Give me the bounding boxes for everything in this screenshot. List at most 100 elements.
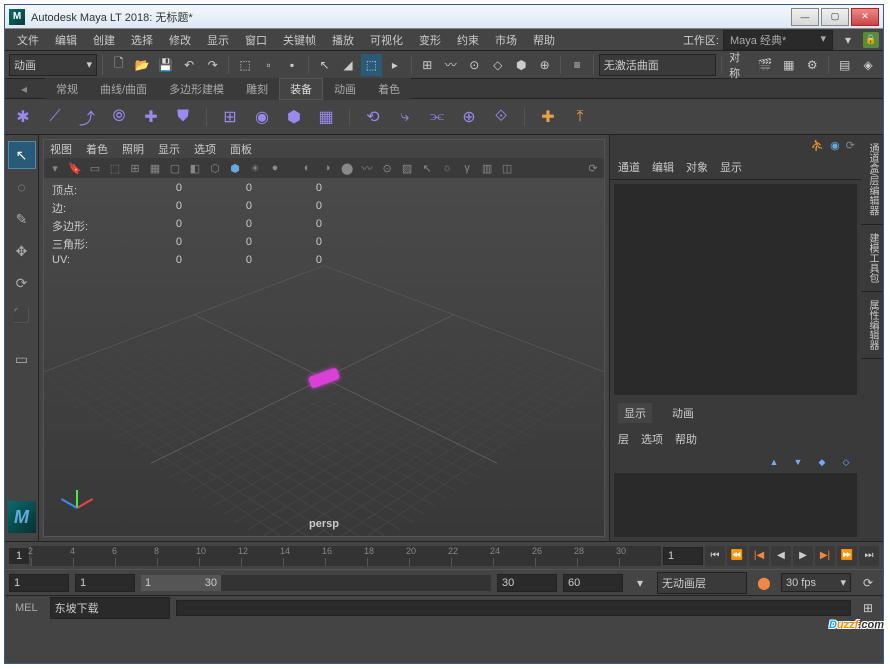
layer-new-empty-icon[interactable]: ◆	[815, 455, 829, 469]
side-tab-attribute[interactable]: 属性编辑器	[861, 292, 883, 359]
vp-bookmark-icon[interactable]: 🔖	[68, 161, 82, 175]
ipr-icon[interactable]: ▦	[778, 54, 799, 76]
vp-panel-icon[interactable]: ◫	[500, 161, 514, 175]
range-start-field[interactable]: 1	[75, 574, 135, 592]
shelf-menu-icon[interactable]: ◂	[13, 78, 35, 100]
side-tab-modeling[interactable]: 建模工具包	[861, 225, 883, 292]
vp-select-cam-icon[interactable]: ▾	[48, 161, 62, 175]
vp-film-gate-icon[interactable]: ▦	[148, 161, 162, 175]
new-scene-icon[interactable]: 🗋	[108, 54, 129, 76]
save-scene-icon[interactable]: 💾	[155, 54, 176, 76]
ik-spline-icon[interactable]: ⤴	[75, 105, 99, 129]
menu-window[interactable]: 窗口	[237, 32, 275, 48]
layer-tab-anim[interactable]: 动画	[666, 403, 700, 423]
anim-layer-selector[interactable]: 无动画层	[657, 572, 747, 594]
layer-menu-layers[interactable]: 层	[618, 431, 629, 447]
selmask2-icon[interactable]: ◢	[337, 54, 358, 76]
shelf-tab-sculpt[interactable]: 雕刻	[235, 78, 279, 100]
vp-wireframe-icon[interactable]: ⬡	[208, 161, 222, 175]
layers-icon[interactable]: ◈	[857, 54, 878, 76]
menu-keyframe[interactable]: 关键帧	[275, 32, 324, 48]
render-icon[interactable]: 🎬	[755, 54, 776, 76]
menu-market[interactable]: 市场	[487, 32, 525, 48]
joint-icon[interactable]: ✱	[11, 105, 35, 129]
select-object-icon[interactable]: ▫	[258, 54, 279, 76]
vp-menu-view[interactable]: 视图	[50, 141, 72, 157]
layer-menu-options[interactable]: 选项	[641, 431, 663, 447]
menu-help[interactable]: 帮助	[525, 32, 563, 48]
selmask4-icon[interactable]: ▸	[384, 54, 405, 76]
selmask3-icon[interactable]: ⬚	[361, 54, 382, 76]
redo-icon[interactable]: ↷	[202, 54, 223, 76]
select-hierarchy-icon[interactable]: ⬚	[234, 54, 255, 76]
menu-create[interactable]: 创建	[85, 32, 123, 48]
time-track[interactable]: 2 4 6 8 10 12 14 16 18 20 22 24 26 28 30	[31, 546, 661, 566]
vp-textured-icon[interactable]: ▨	[400, 161, 414, 175]
step-fwd-key-icon[interactable]: ⏩	[837, 546, 857, 566]
layer-up-icon[interactable]: ▲	[767, 455, 781, 469]
channel-tab-object[interactable]: 对象	[686, 159, 708, 175]
autokey-icon[interactable]: ⬤	[753, 572, 775, 594]
menu-display[interactable]: 显示	[199, 32, 237, 48]
vp-view-transform-icon[interactable]: ▥	[480, 161, 494, 175]
layer-tab-display[interactable]: 显示	[618, 403, 652, 423]
step-back-icon[interactable]: |◀	[749, 546, 769, 566]
maximize-button[interactable]: ▢	[821, 8, 849, 26]
anim-start-field[interactable]: 1	[9, 574, 69, 592]
layer-down-icon[interactable]: ▼	[791, 455, 805, 469]
lattice-icon[interactable]: ⊞	[218, 105, 242, 129]
viewport[interactable]: 顶点:000 边:000 多边形:000 三角形:000 UV:000 pers…	[44, 178, 604, 536]
menu-select[interactable]: 选择	[123, 32, 161, 48]
humanik-icon[interactable]: ✚	[139, 105, 163, 129]
vp-menu-show[interactable]: 显示	[158, 141, 180, 157]
snap-curve-icon[interactable]: 〰	[440, 54, 461, 76]
shelf-tab-poly[interactable]: 多边形建模	[158, 78, 235, 100]
paint-select-tool[interactable]: ✎	[8, 205, 36, 233]
world-icon[interactable]: ◉	[830, 139, 840, 152]
step-fwd-icon[interactable]: ▶|	[815, 546, 835, 566]
vp-image-plane-icon[interactable]: ▭	[88, 161, 102, 175]
scale-tool[interactable]: ⬛	[8, 301, 36, 329]
play-back-icon[interactable]: ◀	[771, 546, 791, 566]
vp-gate-mask-icon[interactable]: ◧	[188, 161, 202, 175]
shelf-tab-rigging[interactable]: 装备	[279, 78, 323, 100]
workspace-selector[interactable]: Maya 经典*▾	[723, 30, 833, 50]
constraint2-icon[interactable]: ⤷	[393, 105, 417, 129]
menu-edit[interactable]: 编辑	[47, 32, 85, 48]
menu-playback[interactable]: 播放	[324, 32, 362, 48]
snap-toggle-icon[interactable]: ⊕	[534, 54, 555, 76]
construction-history-icon[interactable]: ≡	[566, 54, 587, 76]
undo-icon[interactable]: ↶	[178, 54, 199, 76]
channel-tab-channels[interactable]: 通道	[618, 159, 640, 175]
panel-layout-icon[interactable]: ▤	[834, 54, 855, 76]
go-end-icon[interactable]: ⏭	[859, 546, 879, 566]
vp-ao-icon[interactable]: ⬤	[340, 161, 354, 175]
snap-plane-icon[interactable]: ◇	[487, 54, 508, 76]
constraint1-icon[interactable]: ⟲	[361, 105, 385, 129]
snap-grid-icon[interactable]: ⊞	[417, 54, 438, 76]
layer-new-selected-icon[interactable]: ◇	[839, 455, 853, 469]
ik-handle-icon[interactable]: ⟋	[43, 105, 67, 129]
select-component-icon[interactable]: ▪	[281, 54, 302, 76]
range-handle[interactable]: 130	[141, 575, 221, 591]
side-tab-channelbox[interactable]: 通道盒/层编辑器	[861, 135, 883, 225]
lock-icon[interactable]: 🔒	[863, 32, 879, 48]
menu-deform[interactable]: 变形	[411, 32, 449, 48]
channel-tab-show[interactable]: 显示	[720, 159, 742, 175]
open-scene-icon[interactable]: 📂	[132, 54, 153, 76]
script-editor-icon[interactable]: ⊞	[857, 597, 879, 619]
vp-grid-icon[interactable]: ⊞	[128, 161, 142, 175]
skeleton-icon[interactable]: ⛊	[171, 105, 195, 129]
vp-motion-blur-icon[interactable]: 〰	[360, 161, 374, 175]
workspace-menu-icon[interactable]: ▾	[837, 29, 859, 51]
snap-point-icon[interactable]: ⊙	[464, 54, 485, 76]
close-button[interactable]: ✕	[851, 8, 879, 26]
vp-cursor-icon[interactable]: ↖	[420, 161, 434, 175]
vp-menu-lighting[interactable]: 照明	[122, 141, 144, 157]
module-selector[interactable]: 动画▾	[9, 54, 97, 76]
menu-constrain[interactable]: 约束	[449, 32, 487, 48]
vp-menu-shading[interactable]: 着色	[86, 141, 108, 157]
rotate-tool[interactable]: ⟳	[8, 269, 36, 297]
time-current-field[interactable]: 1	[663, 547, 703, 565]
constraint3-icon[interactable]: ⫘	[425, 105, 449, 129]
